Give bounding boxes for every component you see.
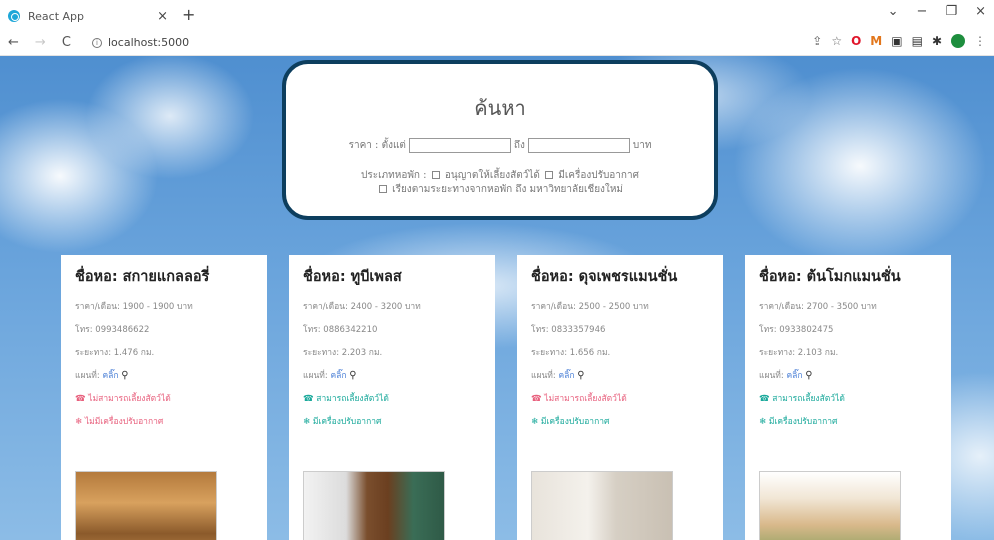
dorm-name: ชื่อหอ: ดุจเพชรแมนชั่น bbox=[531, 269, 678, 285]
dorm-distance: ระยะทาง: 2.103 กม. bbox=[759, 348, 839, 358]
dorm-map: แผนที่: คลิ๊ก ⚲ bbox=[75, 369, 253, 392]
map-link[interactable]: คลิ๊ก bbox=[102, 371, 118, 381]
extension-icon[interactable]: ▣ bbox=[891, 34, 902, 48]
map-label: แผนที่: bbox=[531, 371, 556, 381]
dorm-card: ชื่อหอ: ทูบีเพลส ราคา/เดือน: 2400 - 3200… bbox=[289, 255, 495, 540]
minimize-button[interactable]: − bbox=[917, 4, 928, 19]
dorm-name: ชื่อหอ: สกายแกลลอรี่ bbox=[75, 269, 210, 285]
dorm-price: ราคา/เดือน: 2500 - 2500 บาท bbox=[531, 302, 649, 312]
price-filter-row: ราคา : ตั้งแต่ ถึง บาท bbox=[286, 138, 714, 153]
back-button[interactable]: ← bbox=[8, 35, 19, 50]
react-favicon-icon bbox=[8, 10, 20, 22]
map-pin-icon: ⚲ bbox=[349, 370, 357, 381]
sort-distance-checkbox[interactable] bbox=[378, 185, 387, 193]
dorm-card: ชื่อหอ: ต้นโมกแมนชั่น ราคา/เดือน: 2700 -… bbox=[745, 255, 951, 540]
url-field[interactable]: i localhost:5000 bbox=[92, 36, 189, 49]
dorm-phone: โทร: 0833357946 bbox=[531, 325, 606, 335]
pets-status: ☎ สามารถเลี้ยงสัตว์ได้ bbox=[303, 394, 389, 404]
url-text: localhost:5000 bbox=[108, 36, 190, 49]
map-label: แผนที่: bbox=[759, 371, 784, 381]
map-link[interactable]: คลิ๊ก bbox=[786, 371, 802, 381]
price-from-input[interactable] bbox=[408, 138, 511, 153]
dorm-distance: ระยะทาง: 2.203 กม. bbox=[303, 348, 383, 358]
browser-tabbar: React App × + ⌄ − ❐ × bbox=[0, 0, 994, 30]
type-label: ประเภทหอพัก : bbox=[361, 170, 427, 181]
new-tab-button[interactable]: + bbox=[182, 5, 195, 24]
browser-addressbar: ← → C i localhost:5000 ⇪ ☆ O M ▣ ▤ ✱ ⋮ bbox=[0, 30, 994, 56]
ac-checkbox-label: มีเครื่องปรับอากาศ bbox=[558, 170, 639, 181]
share-icon[interactable]: ⇪ bbox=[812, 34, 822, 48]
opera-extension-icon[interactable]: O bbox=[851, 34, 861, 48]
search-panel: ค้นหา ราคา : ตั้งแต่ ถึง บาท ประเภทหอพัก… bbox=[282, 60, 718, 220]
site-info-icon[interactable]: i bbox=[92, 37, 102, 48]
sort-distance-label: เรียงตามระยะทางจากหอพัก ถึง มหาวิทยาลัยเ… bbox=[392, 184, 624, 195]
search-title: ค้นหา bbox=[474, 96, 526, 120]
map-pin-icon: ⚲ bbox=[121, 370, 129, 381]
dorm-name: ชื่อหอ: ทูบีเพลส bbox=[303, 269, 402, 285]
pets-status: ☎ ไม่สามารถเลี้ยงสัตว์ได้ bbox=[75, 394, 171, 404]
pets-checkbox-label: อนุญาตให้เลี้ยงสัตว์ได้ bbox=[444, 170, 540, 181]
menu-kebab-icon[interactable]: ⋮ bbox=[974, 34, 986, 48]
extensions-bar: ⇪ ☆ O M ▣ ▤ ✱ ⋮ bbox=[812, 34, 986, 48]
map-label: แผนที่: bbox=[303, 371, 328, 381]
type-filter-row: ประเภทหอพัก : อนุญาตให้เลี้ยงสัตว์ได้ มี… bbox=[286, 169, 714, 197]
dorm-name: ชื่อหอ: ต้นโมกแมนชั่น bbox=[759, 269, 901, 285]
price-to-label: ถึง bbox=[513, 140, 525, 151]
maximize-button[interactable]: ❐ bbox=[945, 4, 957, 19]
ac-checkbox[interactable] bbox=[545, 171, 554, 179]
dorm-photo bbox=[759, 471, 901, 540]
dorm-price: ราคา/เดือน: 2400 - 3200 บาท bbox=[303, 302, 421, 312]
dorm-map: แผนที่: คลิ๊ก ⚲ bbox=[531, 369, 709, 392]
dorm-photo bbox=[75, 471, 217, 540]
extension-icon[interactable]: ▤ bbox=[912, 34, 923, 48]
map-label: แผนที่: bbox=[75, 371, 100, 381]
dorm-card: ชื่อหอ: ดุจเพชรแมนชั่น ราคา/เดือน: 2500 … bbox=[517, 255, 723, 540]
close-window-button[interactable]: × bbox=[975, 4, 986, 19]
browser-tab[interactable]: React App × bbox=[8, 4, 168, 28]
dorm-price: ราคา/เดือน: 2700 - 3500 บาท bbox=[759, 302, 877, 312]
dorm-distance: ระยะทาง: 1.656 กม. bbox=[531, 348, 611, 358]
ac-status: ❄ ไม่มีเครื่องปรับอากาศ bbox=[75, 417, 164, 427]
ac-status: ❄ มีเครื่องปรับอากาศ bbox=[531, 417, 610, 427]
ac-status: ❄ มีเครื่องปรับอากาศ bbox=[759, 417, 838, 427]
pets-checkbox[interactable] bbox=[431, 171, 440, 179]
dorm-distance: ระยะทาง: 1.476 กม. bbox=[75, 348, 155, 358]
pets-status: ☎ ไม่สามารถเลี้ยงสัตว์ได้ bbox=[531, 394, 627, 404]
dorm-phone: โทร: 0886342210 bbox=[303, 325, 378, 335]
bookmark-star-icon[interactable]: ☆ bbox=[831, 34, 842, 48]
map-link[interactable]: คลิ๊ก bbox=[330, 371, 346, 381]
price-from-label: ราคา : ตั้งแต่ bbox=[348, 140, 406, 151]
dorm-card: ชื่อหอ: สกายแกลลอรี่ ราคา/เดือน: 1900 - … bbox=[61, 255, 267, 540]
dorm-map: แผนที่: คลิ๊ก ⚲ bbox=[303, 369, 481, 392]
pets-status: ☎ สามารถเลี้ยงสัตว์ได้ bbox=[759, 394, 845, 404]
currency-label: บาท bbox=[632, 140, 652, 151]
dorm-price: ราคา/เดือน: 1900 - 1900 บาท bbox=[75, 302, 193, 312]
dorm-phone: โทร: 0993486622 bbox=[75, 325, 150, 335]
nav-buttons: ← → C bbox=[8, 35, 71, 50]
tab-close-icon[interactable]: × bbox=[157, 9, 168, 24]
ac-status: ❄ มีเครื่องปรับอากาศ bbox=[303, 417, 382, 427]
window-controls: ⌄ − ❐ × bbox=[888, 4, 986, 19]
reload-button[interactable]: C bbox=[62, 35, 71, 50]
dorm-photo bbox=[303, 471, 445, 540]
puzzle-extensions-icon[interactable]: ✱ bbox=[932, 34, 942, 48]
profile-avatar[interactable] bbox=[951, 34, 965, 48]
tab-title: React App bbox=[28, 9, 85, 23]
page-background: ค้นหา ราคา : ตั้งแต่ ถึง บาท ประเภทหอพัก… bbox=[0, 56, 994, 540]
dorm-phone: โทร: 0933802475 bbox=[759, 325, 834, 335]
dorm-photo bbox=[531, 471, 673, 540]
map-pin-icon: ⚲ bbox=[577, 370, 585, 381]
map-pin-icon: ⚲ bbox=[805, 370, 813, 381]
chevron-down-icon[interactable]: ⌄ bbox=[888, 4, 899, 19]
metamask-extension-icon[interactable]: M bbox=[870, 34, 882, 48]
forward-button[interactable]: → bbox=[35, 35, 46, 50]
price-to-input[interactable] bbox=[527, 138, 630, 153]
map-link[interactable]: คลิ๊ก bbox=[558, 371, 574, 381]
dorm-map: แผนที่: คลิ๊ก ⚲ bbox=[759, 369, 937, 392]
